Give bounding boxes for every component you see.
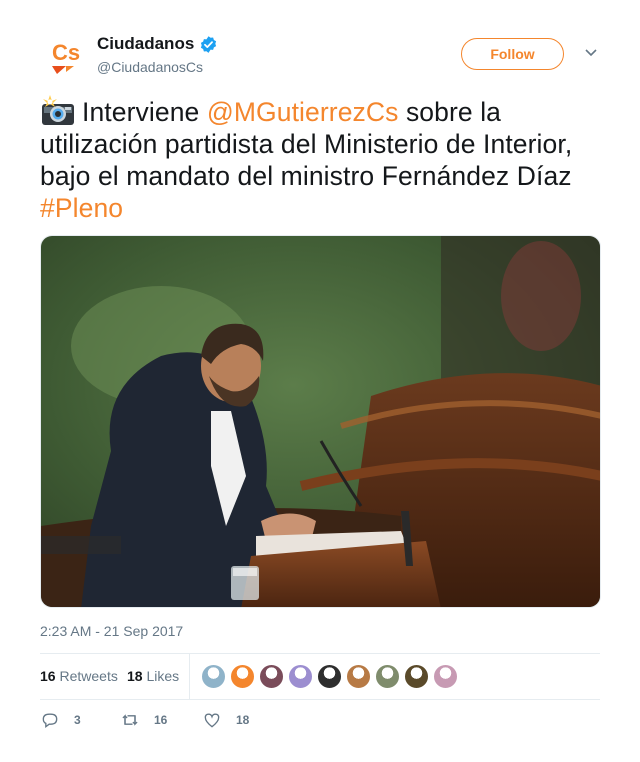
hashtag-link[interactable]: #Pleno: [40, 193, 123, 223]
divider: [40, 699, 600, 700]
tweet-text-intro: Interviene: [82, 97, 207, 127]
tweet-actions: 3 16 18: [40, 710, 600, 736]
likes-count: 18: [127, 668, 143, 684]
account-name-row[interactable]: Ciudadanos: [97, 34, 218, 54]
liker-avatar[interactable]: [404, 664, 429, 689]
mention-link[interactable]: @MGutierrezCs: [207, 97, 399, 127]
reply-button[interactable]: 3: [40, 710, 81, 730]
camera-flash-emoji-icon: [42, 95, 74, 125]
liker-avatar[interactable]: [288, 664, 313, 689]
retweets-count: 16: [40, 668, 56, 684]
retweet-count: 16: [154, 713, 168, 727]
retweets-label: Retweets: [59, 668, 118, 684]
stats-divider: [189, 654, 190, 699]
tweet-photo[interactable]: [40, 235, 601, 608]
tweet-timestamp[interactable]: 2:23 AM - 21 Sep 2017: [40, 623, 183, 639]
retweets-stat[interactable]: 16 Retweets: [40, 668, 118, 684]
tweet-stats: 16 Retweets 18 Likes: [40, 654, 600, 699]
likes-label: Likes: [146, 668, 180, 684]
chevron-down-icon[interactable]: [584, 48, 598, 58]
likes-stat[interactable]: 18 Likes: [127, 668, 179, 684]
reply-count: 3: [74, 713, 81, 727]
tweet-header: Cs Ciudadanos @CiudadanosCs Follow: [40, 30, 600, 82]
heart-icon: [204, 713, 220, 728]
liker-avatar[interactable]: [433, 664, 458, 689]
verified-badge-icon: [201, 35, 217, 53]
liker-avatar[interactable]: [259, 664, 284, 689]
svg-text:Cs: Cs: [52, 40, 80, 65]
liker-avatars: [201, 664, 462, 689]
tweet-text: Interviene @MGutierrezCs sobre la utiliz…: [40, 95, 605, 224]
liker-avatar[interactable]: [201, 664, 226, 689]
liker-avatar[interactable]: [230, 664, 255, 689]
speaker-at-podium-image: [41, 236, 600, 607]
liker-avatar[interactable]: [375, 664, 400, 689]
retweet-icon: [122, 714, 138, 726]
follow-button[interactable]: Follow: [461, 38, 564, 70]
liker-avatar[interactable]: [317, 664, 342, 689]
account-handle[interactable]: @CiudadanosCs: [97, 59, 203, 75]
account-name[interactable]: Ciudadanos: [97, 34, 194, 54]
liker-avatar[interactable]: [346, 664, 371, 689]
ciudadanos-logo[interactable]: Cs: [44, 32, 92, 80]
retweet-button[interactable]: 16: [120, 710, 167, 730]
like-count: 18: [236, 713, 250, 727]
reply-icon: [42, 713, 58, 728]
like-button[interactable]: 18: [202, 710, 249, 730]
